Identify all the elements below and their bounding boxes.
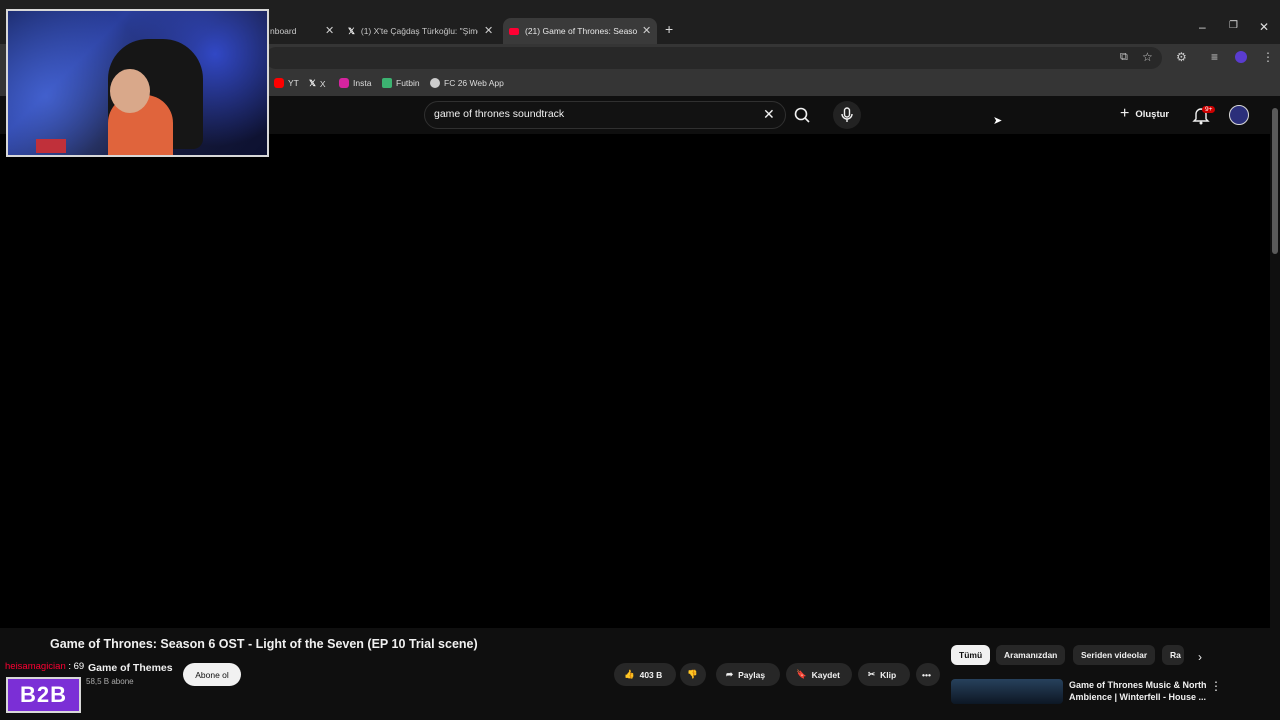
subscriber-count: 58,5 B abone xyxy=(86,677,134,686)
search-input-value: game of thrones soundtrack xyxy=(434,108,565,120)
bookmark-yt[interactable]: YT xyxy=(274,78,299,88)
bookmark-label: FC 26 Web App xyxy=(444,78,504,88)
scrollbar-thumb[interactable] xyxy=(1272,108,1278,254)
youtube-icon xyxy=(274,78,284,88)
search-button[interactable] xyxy=(786,101,822,129)
clip-label: Klip xyxy=(880,669,897,680)
save-button[interactable]: 🔖 Kaydet xyxy=(786,663,852,686)
dislike-button[interactable]: 👎 xyxy=(680,663,706,686)
address-bar[interactable] xyxy=(265,47,1162,69)
recommended-title[interactable]: Game of Thrones Music & North Ambience |… xyxy=(1069,679,1207,703)
chip-all[interactable]: Tümü xyxy=(951,645,991,665)
futbin-icon xyxy=(382,78,392,88)
chevron-right-icon[interactable]: › xyxy=(1198,650,1202,664)
globe-icon xyxy=(430,78,440,88)
media-control-icon[interactable]: ≡ xyxy=(1211,50,1218,64)
chat-text: : 69 xyxy=(68,661,85,672)
share-label: Paylaş xyxy=(738,669,766,680)
extensions-icon[interactable]: ⚙ xyxy=(1176,50,1187,64)
chat-message: heisamagician : 69 xyxy=(5,661,84,672)
browser-menu-icon[interactable]: ⋮ xyxy=(1262,50,1274,64)
logo-text: B2B xyxy=(19,682,67,707)
more-vertical-icon[interactable]: ⋮ xyxy=(1210,679,1222,693)
scissors-icon: ✂ xyxy=(868,669,876,679)
create-label: Oluştur xyxy=(1135,108,1170,120)
bookmark-label: YT xyxy=(288,78,299,88)
chip-related[interactable]: Ra xyxy=(1162,645,1184,665)
recommended-title-line2: Ambience | Winterfell - House ... xyxy=(1069,692,1206,702)
tab-label: nboard xyxy=(270,26,297,36)
youtube-icon xyxy=(509,27,519,35)
account-avatar[interactable] xyxy=(1229,105,1249,125)
save-label: Kaydet xyxy=(811,669,840,680)
share-button[interactable]: ➦ Paylaş xyxy=(716,663,780,686)
tab-dashboard[interactable]: nboard xyxy=(270,18,330,44)
tab-youtube-active[interactable]: (21) Game of Thrones: Season 6 xyxy=(503,18,657,44)
mouse-cursor-icon: ➤ xyxy=(993,115,1003,127)
microphone-icon xyxy=(841,107,853,122)
x-icon: 𝕏 xyxy=(309,78,316,88)
video-player[interactable] xyxy=(0,134,1270,628)
streamer-face xyxy=(110,69,150,113)
instagram-icon xyxy=(339,78,349,88)
window-close-icon[interactable]: ✕ xyxy=(1259,20,1269,34)
more-actions-button[interactable]: ••• xyxy=(916,663,940,686)
recommended-thumbnail[interactable] xyxy=(951,679,1063,704)
x-icon: 𝕏 xyxy=(348,25,355,36)
like-count: 403 B xyxy=(639,669,663,680)
tab-x-post[interactable]: 𝕏 (1) X'te Çağdaş Türkoğlu: "Şimd xyxy=(348,18,478,44)
install-app-icon[interactable]: ⧉ xyxy=(1120,51,1128,64)
bookmark-label: Insta xyxy=(353,78,372,88)
video-title: Game of Thrones: Season 6 OST - Light of… xyxy=(50,637,478,651)
plus-icon: + xyxy=(1120,105,1130,122)
bookmark-insta[interactable]: Insta xyxy=(339,78,371,88)
chip-series[interactable]: Seriden videolar xyxy=(1073,645,1156,665)
bookmark-icon: 🔖 xyxy=(796,669,807,679)
minimize-icon[interactable]: – xyxy=(1199,20,1206,34)
search-icon xyxy=(794,107,810,123)
close-tab-icon[interactable]: ✕ xyxy=(325,24,334,37)
bookmark-label: X xyxy=(319,78,326,89)
clear-search-icon[interactable]: ✕ xyxy=(763,106,775,123)
more-horizontal-icon: ••• xyxy=(922,669,931,680)
webcam-red-light xyxy=(36,139,66,153)
subscribe-button[interactable]: Abone ol xyxy=(183,663,241,686)
recommended-title-line1: Game of Thrones Music & North xyxy=(1069,680,1207,690)
bookmark-futbin[interactable]: Futbin xyxy=(382,78,420,88)
thumbs-up-icon: 👍 xyxy=(624,669,635,679)
close-tab-icon[interactable]: ✕ xyxy=(642,24,651,37)
tab-label: (21) Game of Thrones: Season 6 xyxy=(525,26,637,36)
channel-name[interactable]: Game of Themes xyxy=(88,662,173,674)
profile-avatar[interactable] xyxy=(1235,51,1247,63)
notification-badge: 9+ xyxy=(1202,106,1216,113)
create-button[interactable]: + Oluştur xyxy=(1120,105,1169,123)
bookmark-x[interactable]: 𝕏 X xyxy=(309,78,326,89)
webcam-overlay xyxy=(6,9,269,157)
new-tab-icon[interactable]: + xyxy=(665,21,673,37)
bookmark-star-icon[interactable]: ☆ xyxy=(1142,50,1153,64)
close-tab-icon[interactable]: ✕ xyxy=(484,24,493,37)
like-button[interactable]: 👍 403 B xyxy=(614,663,676,686)
clip-button[interactable]: ✂ Klip xyxy=(858,663,910,686)
chip-from-search[interactable]: Aramanızdan xyxy=(996,645,1066,665)
b2b-logo: B2B xyxy=(6,677,81,713)
share-icon: ➦ xyxy=(726,669,734,679)
chat-username: heisamagician xyxy=(5,661,66,672)
tab-label: (1) X'te Çağdaş Türkoğlu: "Şimd xyxy=(360,26,478,36)
bookmark-fc26[interactable]: FC 26 Web App xyxy=(430,78,504,88)
restore-icon[interactable]: ❐ xyxy=(1229,20,1238,31)
bookmark-label: Futbin xyxy=(396,78,420,88)
voice-search-button[interactable] xyxy=(833,101,861,129)
thumbs-down-icon: 👎 xyxy=(687,669,698,679)
